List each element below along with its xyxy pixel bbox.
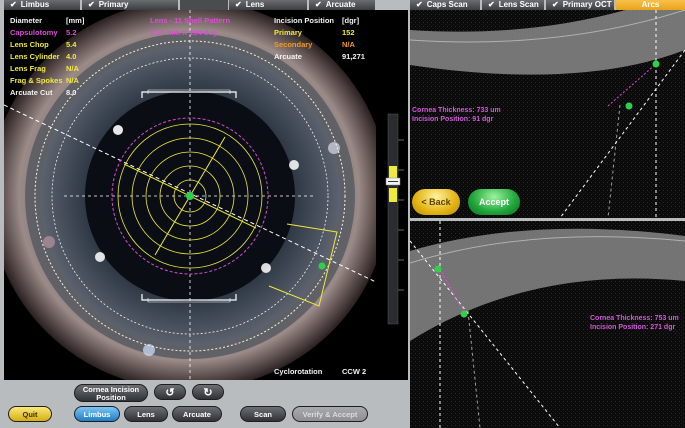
lens-cylinder-label: Lens Cylinder — [10, 52, 60, 61]
tab-primary[interactable]: ✔ Primary — [82, 0, 178, 10]
tab-arcs[interactable]: Arcs — [616, 0, 685, 10]
check-icon: ✔ — [235, 0, 242, 9]
capsulotomy-value: 5.2 — [66, 28, 77, 37]
pattern-name: Lens - 11 Shell Pattern — [150, 16, 231, 25]
lens-frag-value: N/A — [66, 64, 79, 73]
tab-arcuate-label: Arcuate — [325, 0, 356, 9]
frag-spokes-label: Frag & Spokes — [10, 76, 63, 85]
tab-limbus-label: Limbus — [20, 0, 50, 9]
tab-primary-label: Primary — [98, 0, 129, 9]
rotate-ccw-button[interactable]: ↺ — [154, 384, 186, 400]
tab-blank — [180, 0, 228, 10]
tab-arcs-label: Arcs — [641, 0, 660, 9]
depth-scale-panel — [376, 10, 408, 380]
accept-button[interactable]: Accept — [468, 189, 520, 215]
frag-spokes-value: N/A — [66, 76, 79, 85]
cyclorotation-label: Cyclorotation — [274, 367, 323, 376]
capsulotomy-label: Capsulotomy — [10, 28, 58, 37]
diameter-header: Diameter — [10, 16, 43, 25]
pattern-params: 0.10 mm X 104 deg — [150, 28, 218, 37]
depth-slider[interactable] — [376, 10, 408, 380]
scan-button[interactable]: Scan — [240, 406, 286, 422]
tab-lens-scan[interactable]: ✔ Lens Scan — [482, 0, 544, 10]
arcuate-incision-value: 91,271 — [342, 52, 365, 61]
tab-lens[interactable]: ✔ Lens — [229, 0, 307, 10]
arcuate-incision-label: Arcuate — [274, 52, 302, 61]
tab-caps-scan[interactable]: ✔ Caps Scan — [410, 0, 480, 10]
secondary-incision-label: Secondary — [274, 40, 313, 49]
lens-cylinder-value: 4.0 — [66, 52, 77, 61]
tab-caps-scan-label: Caps Scan — [426, 0, 468, 9]
cyclorotation-value: CCW 2 — [342, 367, 367, 376]
arcuate-cut-value: 8.0 — [66, 88, 77, 97]
tab-lens-scan-label: Lens Scan — [498, 0, 539, 9]
back-button[interactable]: < Back — [412, 189, 460, 215]
lens-chop-label: Lens Chop — [10, 40, 49, 49]
check-icon: ✔ — [315, 0, 322, 9]
check-icon: ✔ — [488, 0, 495, 9]
eye-image — [4, 10, 376, 380]
check-icon: ✔ — [10, 0, 17, 9]
primary-incision-value: 152 — [342, 28, 355, 37]
lens-button[interactable]: Lens — [124, 406, 168, 422]
tab-lens-label: Lens — [245, 0, 265, 9]
limbus-button[interactable]: Limbus — [74, 406, 120, 422]
oct-bottom-thickness: Cornea Thickness: 753 um — [590, 315, 679, 322]
quit-button[interactable]: Quit — [8, 406, 52, 422]
check-icon: ✔ — [416, 0, 423, 9]
oct-bottom-position: Incision Position: 271 dgr — [590, 324, 676, 331]
lens-frag-label: Lens Frag — [10, 64, 46, 73]
rotate-ccw-icon: ↺ — [165, 387, 175, 399]
check-icon: ✔ — [552, 0, 559, 9]
verify-accept-button[interactable]: Verify & Accept — [292, 406, 368, 422]
incision-position-header: Incision Position — [274, 16, 335, 25]
cornea-incision-position-button[interactable]: Cornea Incision Position — [74, 384, 148, 402]
oct-scan-bottom: Cornea Thickness: 753 um Incision Positi… — [410, 221, 685, 428]
oct-top-thickness: Cornea Thickness: 733 um — [412, 107, 501, 114]
rotate-cw-button[interactable]: ↻ — [192, 384, 224, 400]
cornea-incision-label-2: Position — [96, 393, 126, 402]
diameter-unit: [mm] — [66, 16, 85, 25]
arcuate-button[interactable]: Arcuate — [172, 406, 222, 422]
eye-camera-view[interactable]: Diameter [mm] Capsulotomy 5.2 Lens Chop … — [4, 10, 376, 380]
lens-chop-value: 5.4 — [66, 40, 77, 49]
oct-scan-top: Cornea Thickness: 733 um Incision Positi… — [410, 10, 685, 218]
secondary-incision-value: N/A — [342, 40, 355, 49]
incision-position-unit: [dgr] — [342, 16, 360, 25]
tab-arcuate[interactable]: ✔ Arcuate — [309, 0, 375, 10]
tab-primary-oct[interactable]: ✔ Primary OCT — [546, 0, 614, 10]
oct-top-position: Incision Position: 91 dgr — [412, 116, 494, 123]
arcuate-cut-label: Arcuate Cut — [10, 88, 53, 97]
primary-incision-label: Primary — [274, 28, 302, 37]
tab-primary-oct-label: Primary OCT — [562, 0, 612, 9]
check-icon: ✔ — [88, 0, 95, 9]
rotate-cw-icon: ↻ — [203, 387, 213, 399]
tab-limbus[interactable]: ✔ Limbus — [4, 0, 80, 10]
